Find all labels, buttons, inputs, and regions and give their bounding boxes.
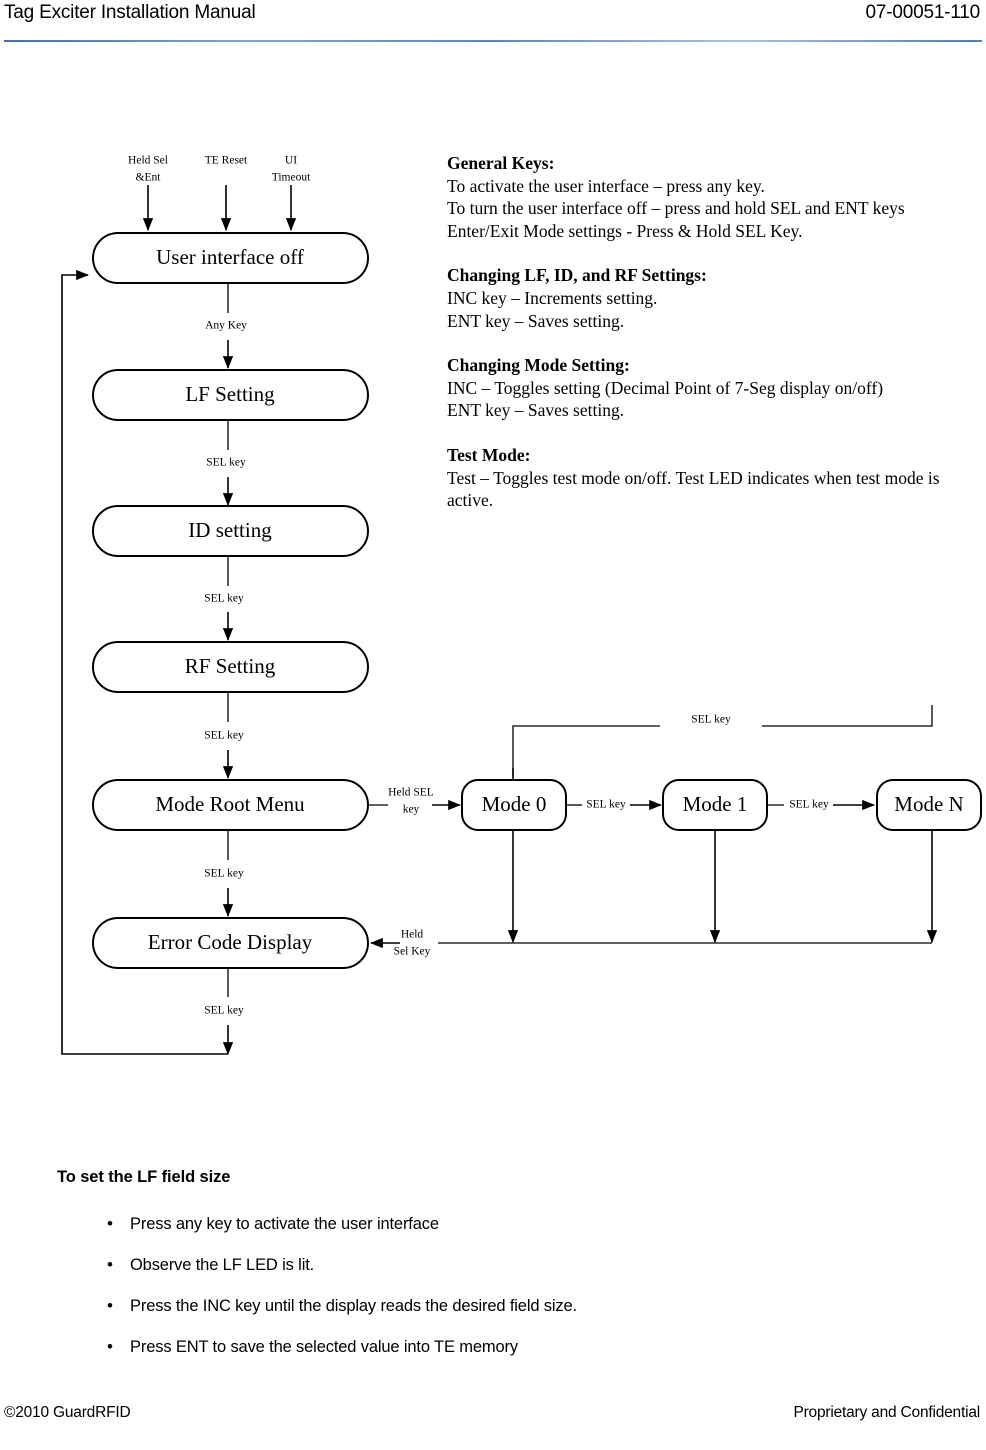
- notes-line: INC key – Increments setting.: [447, 287, 658, 308]
- edge-label-sel-key-rf-mode: SEL key: [204, 730, 244, 742]
- notes-heading-general-keys: General Keys:: [447, 153, 555, 173]
- input-label-ui-timeout-line1: UI: [285, 155, 297, 167]
- node-rf-setting-label: RF Setting: [185, 654, 276, 678]
- list-item: Press any key to activate the user inter…: [57, 1214, 937, 1234]
- footer-confidentiality-notice: Proprietary and Confidential: [793, 1404, 980, 1421]
- node-id-setting-label: ID setting: [188, 518, 272, 542]
- notes-block-general-keys: General Keys: To activate the user inter…: [447, 152, 972, 242]
- node-mode-root-menu-label: Mode Root Menu: [155, 792, 305, 816]
- edge-label-sel-key-mode-error: SEL key: [204, 868, 244, 880]
- page-header: Tag Exciter Installation Manual 07-00051…: [0, 0, 986, 46]
- notes-heading-changing-lf-id-rf: Changing LF, ID, and RF Settings:: [447, 265, 707, 286]
- header-divider-rule: [4, 40, 982, 42]
- notes-line: INC – Toggles setting (Decimal Point of …: [447, 377, 884, 398]
- notes-heading-changing-mode: Changing Mode Setting:: [447, 355, 630, 376]
- node-error-code-display-label: Error Code Display: [148, 930, 313, 954]
- node-id-setting: ID setting: [92, 505, 369, 557]
- input-label-held-sel-ent-line1: Held Sel: [128, 155, 168, 167]
- notes-spacer: [447, 422, 972, 444]
- edge-label-held-sel-key-exit-line2: Sel Key: [394, 946, 431, 958]
- input-label-ui-timeout-line2: Timeout: [272, 172, 311, 184]
- lf-field-size-section: To set the LF field size Press any key t…: [57, 1168, 937, 1379]
- edge-label-any-key: Any Key: [205, 320, 247, 332]
- header-document-number: 07-00051-110: [865, 2, 980, 23]
- node-mode-n-label: Mode N: [894, 792, 963, 816]
- key-reference-notes: General Keys: To activate the user inter…: [447, 152, 972, 512]
- node-mode-n: Mode N: [876, 779, 982, 831]
- notes-line: To activate the user interface – press a…: [447, 175, 765, 196]
- node-mode-root-menu: Mode Root Menu: [92, 779, 369, 831]
- lf-field-size-steps: Press any key to activate the user inter…: [57, 1214, 937, 1357]
- notes-block-test-mode: Test Mode: Test – Toggles test mode on/o…: [447, 444, 972, 512]
- edge-label-held-sel-key-exit-line1: Held: [401, 929, 424, 941]
- node-lf-setting-label: LF Setting: [185, 382, 275, 406]
- edge-label-held-sel-key-line1: Held SEL: [388, 787, 434, 799]
- node-user-interface-off: User interface off: [92, 232, 369, 284]
- lf-field-size-heading: To set the LF field size: [57, 1168, 231, 1186]
- notes-line: ENT key – Saves setting.: [447, 400, 625, 421]
- notes-line: Enter/Exit Mode settings - Press & Hold …: [447, 220, 803, 241]
- input-label-te-reset: TE Reset: [205, 155, 248, 167]
- node-rf-setting: RF Setting: [92, 641, 369, 693]
- footer-copyright: ©2010 GuardRFID: [4, 1404, 131, 1421]
- node-user-interface-off-label: User interface off: [156, 245, 304, 269]
- page-footer: ©2010 GuardRFID Proprietary and Confiden…: [0, 1400, 986, 1440]
- notes-line: Test – Toggles test mode on/off. Test LE…: [447, 467, 940, 511]
- edge-label-sel-key-error-loop: SEL key: [204, 1005, 244, 1017]
- notes-line: ENT key – Saves setting.: [447, 310, 625, 331]
- header-title: Tag Exciter Installation Manual: [4, 2, 256, 23]
- notes-spacer: [447, 242, 972, 264]
- notes-block-changing-mode: Changing Mode Setting: INC – Toggles set…: [447, 354, 972, 422]
- edge-label-sel-key-mode0-mode1: SEL key: [586, 799, 626, 811]
- node-mode-1-label: Mode 1: [683, 792, 748, 816]
- node-mode-0-label: Mode 0: [482, 792, 547, 816]
- node-mode-0: Mode 0: [461, 779, 567, 831]
- notes-line: To turn the user interface off – press a…: [447, 198, 905, 219]
- notes-block-changing-lf-id-rf: Changing LF, ID, and RF Settings: INC ke…: [447, 264, 972, 332]
- node-mode-1: Mode 1: [662, 779, 768, 831]
- edge-label-sel-key-mode1-moden: SEL key: [789, 799, 829, 811]
- edge-label-sel-key-lf-id: SEL key: [206, 457, 246, 469]
- list-item: Press the INC key until the display read…: [57, 1296, 937, 1316]
- list-item: Observe the LF LED is lit.: [57, 1255, 937, 1275]
- input-label-held-sel-ent-line2: &Ent: [136, 172, 162, 184]
- list-item: Press ENT to save the selected value int…: [57, 1337, 937, 1357]
- edge-label-feedback-sel-key: SEL key: [691, 714, 731, 726]
- edge-label-sel-key-id-rf: SEL key: [204, 593, 244, 605]
- edge-label-held-sel-key-line2: key: [403, 804, 420, 816]
- notes-heading-test-mode: Test Mode:: [447, 444, 531, 465]
- node-lf-setting: LF Setting: [92, 369, 369, 421]
- notes-spacer: [447, 332, 972, 354]
- node-error-code-display: Error Code Display: [92, 917, 369, 969]
